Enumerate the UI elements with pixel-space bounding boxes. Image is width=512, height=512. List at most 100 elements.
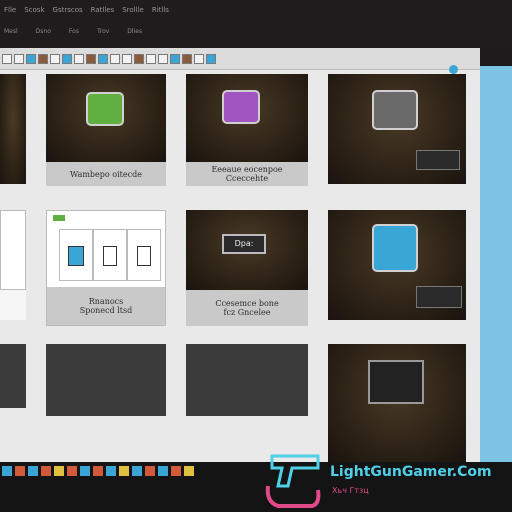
caption-line: Ccesemce bone: [215, 299, 279, 308]
watermark-title: LightGunGamer.Com: [330, 464, 492, 480]
file-icon: [103, 246, 117, 266]
game-card[interactable]: [0, 74, 26, 184]
game-thumbnail: [186, 344, 308, 416]
app-icon: [372, 90, 418, 130]
taskbar-app-icon[interactable]: [106, 466, 116, 476]
app-icon: [86, 92, 124, 126]
menu-item[interactable]: Scosk: [24, 6, 44, 14]
toolbar-button[interactable]: [26, 53, 36, 64]
game-thumbnail: [328, 210, 466, 320]
tag-icon: [53, 215, 65, 221]
game-caption: Eeeaue eocenpoe Cceccehte: [186, 162, 308, 186]
toolbar-button[interactable]: [146, 53, 156, 64]
app-icon: [372, 224, 418, 272]
game-thumbnail: [0, 344, 26, 408]
menu-item[interactable]: Flle: [4, 6, 16, 14]
toolbar-button[interactable]: [182, 53, 192, 64]
watermark-subtitle: Хьч Гтзц: [332, 486, 369, 495]
toolbar-button[interactable]: [74, 53, 84, 64]
main-window: Wambepo oitecde Eeeaue eocenpoe Ccecceht…: [0, 48, 480, 462]
taskbar-app-icon[interactable]: [54, 466, 64, 476]
toolbar-button[interactable]: [98, 53, 108, 64]
caption-line: Cceccehte: [225, 174, 269, 183]
toolbar-button[interactable]: [86, 53, 96, 64]
game-thumbnail: Dpa:: [186, 210, 308, 290]
game-caption: Ccesemce bone fcz Gncelee: [186, 290, 308, 326]
submenu-item[interactable]: Dlies: [127, 28, 142, 35]
toolbar-button[interactable]: [158, 53, 168, 64]
taskbar-app-icon[interactable]: [41, 466, 51, 476]
caption-line: fcz Gncelee: [223, 308, 271, 317]
toolbar-button[interactable]: [134, 53, 144, 64]
menu-item[interactable]: Gstrscos: [53, 6, 83, 14]
game-card[interactable]: [186, 344, 308, 416]
toolbar-button[interactable]: [206, 53, 216, 64]
game-card[interactable]: Rnanocs Sponecd ltsd: [46, 210, 166, 326]
taskbar-app-icon[interactable]: [158, 466, 168, 476]
game-card[interactable]: Wambepo oitecde: [46, 74, 166, 186]
app-icon: [368, 360, 424, 404]
file-icon: [68, 246, 84, 266]
toolbar-button[interactable]: [194, 53, 204, 64]
toolbar: [0, 48, 480, 70]
game-caption: Wambepo oitecde: [46, 162, 166, 186]
taskbar-app-icon[interactable]: [15, 466, 25, 476]
taskbar-icons: [2, 466, 194, 476]
file-card: [127, 229, 161, 281]
side-panel: [480, 66, 512, 462]
submenu-item[interactable]: Trov: [97, 28, 109, 35]
menu-item[interactable]: Srollle: [122, 6, 144, 14]
light-gun-logo-icon: [265, 454, 321, 508]
toolbar-button[interactable]: [38, 53, 48, 64]
status-indicator-icon[interactable]: [449, 65, 458, 74]
toolbar-button[interactable]: [110, 53, 120, 64]
game-card[interactable]: [328, 210, 466, 320]
taskbar-app-icon[interactable]: [119, 466, 129, 476]
taskbar-app-icon[interactable]: [28, 466, 38, 476]
file-icon: [137, 246, 151, 266]
taskbar-app-icon[interactable]: [93, 466, 103, 476]
game-card[interactable]: Dpa: Ccesemce bone fcz Gncelee: [186, 210, 308, 326]
toolbar-button[interactable]: [14, 53, 24, 64]
device-image: [416, 286, 462, 308]
toolbar-button[interactable]: [50, 53, 60, 64]
file-card: [93, 229, 127, 281]
toolbar-button[interactable]: [170, 53, 180, 64]
game-thumbnail: [46, 74, 166, 162]
caption-line: Sponecd ltsd: [79, 306, 133, 315]
submenu-item[interactable]: Mesl: [4, 28, 18, 35]
title-bar: Flle Scosk Gstrscos Ratlles Srollle Ritl…: [0, 0, 512, 48]
game-thumbnail: [328, 74, 466, 184]
taskbar-app-icon[interactable]: [2, 466, 12, 476]
toolbar-button[interactable]: [62, 53, 72, 64]
submenu-item[interactable]: Dsno: [36, 28, 51, 35]
badge: Dpa:: [222, 234, 266, 254]
game-thumbnail: [0, 74, 26, 184]
game-thumbnail: [186, 74, 308, 162]
taskbar-app-icon[interactable]: [80, 466, 90, 476]
taskbar-app-icon[interactable]: [132, 466, 142, 476]
game-card[interactable]: [0, 344, 26, 408]
menu-item[interactable]: Ratlles: [91, 6, 115, 14]
taskbar-app-icon[interactable]: [184, 466, 194, 476]
game-card[interactable]: [46, 344, 166, 416]
game-card[interactable]: [0, 210, 26, 320]
app-icon: [222, 90, 260, 124]
game-thumbnail: [47, 211, 165, 289]
menu-item[interactable]: Ritlls: [152, 6, 169, 14]
secondary-menu: Mesl Dsno Fos Trov Dlies: [4, 28, 142, 35]
game-grid: Wambepo oitecde Eeeaue eocenpoe Ccecceht…: [0, 74, 480, 462]
game-caption: Rnanocs Sponecd ltsd: [47, 287, 165, 325]
taskbar-app-icon[interactable]: [145, 466, 155, 476]
device-image: [416, 150, 460, 170]
submenu-item[interactable]: Fos: [69, 28, 79, 35]
taskbar-app-icon[interactable]: [67, 466, 77, 476]
taskbar-app-icon[interactable]: [171, 466, 181, 476]
game-card[interactable]: [328, 74, 466, 184]
game-card[interactable]: Eeeaue eocenpoe Cceccehte: [186, 74, 308, 186]
toolbar-button[interactable]: [2, 53, 12, 64]
toolbar-button[interactable]: [122, 53, 132, 64]
game-thumbnail: [46, 344, 166, 416]
file-card: [59, 229, 93, 281]
caption-line: Wambepo oitecde: [70, 169, 142, 179]
